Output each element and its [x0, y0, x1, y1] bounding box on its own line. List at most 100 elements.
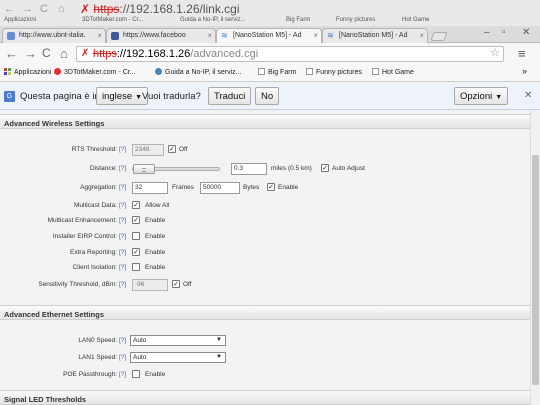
address-bar[interactable]: ✗ https://192.168.1.26/advanced.cgi	[76, 46, 504, 62]
tab-strip: http://www.ubnt-italia. × https://www.fa…	[0, 26, 540, 43]
tab-facebook[interactable]: https://www.faceboo ×	[106, 28, 216, 43]
back-icon[interactable]: ←	[5, 46, 18, 61]
bookmark-funny[interactable]: Funny pictures	[306, 68, 362, 76]
extra-reporting-row: Extra Reporting: [?] ✓ Enable	[70, 248, 166, 256]
tab-nanostation-active[interactable]: ≋ [NanoStation M5] - Ad ×	[216, 28, 322, 43]
lan1-speed-select[interactable]: Auto ▼	[130, 352, 226, 363]
bookmarks-bar: Applicazioni 3DTotMaker.com - Cr... Guid…	[0, 65, 540, 82]
dropdown-arrow-icon: ▼	[216, 354, 222, 360]
page-scrollbar[interactable]	[530, 111, 540, 405]
section-advanced-ethernet: Advanced Ethernet Settings	[0, 305, 530, 320]
page-icon	[306, 68, 313, 75]
distance-row: Distance: [?] 0.3 miles (0.5 km) ✓ Auto …	[0, 163, 530, 175]
ghost-bookmark: 3DTotMaker.com - Cr...	[82, 17, 144, 23]
close-icon[interactable]: ✕	[524, 90, 532, 101]
site-icon	[155, 68, 162, 75]
rts-threshold-input[interactable]: 2346	[132, 144, 164, 156]
chrome-menu-icon[interactable]: ≡	[518, 46, 526, 61]
help-link[interactable]: [?]	[119, 184, 126, 191]
bookmark-bigfarm[interactable]: Big Farm	[258, 68, 296, 76]
help-link[interactable]: [?]	[119, 264, 126, 271]
help-link[interactable]: [?]	[119, 146, 126, 153]
auto-adjust-checkbox[interactable]: ✓	[321, 164, 329, 172]
ghost-bookmark: Guida a No-IP, il serviz...	[180, 17, 246, 23]
bookmark-noip[interactable]: Guida a No-IP, il serviz...	[155, 68, 242, 76]
facebook-icon	[111, 32, 119, 40]
home-icon-ghost: ⌂	[58, 3, 65, 15]
tab-nanostation[interactable]: ≋ [NanoStation M5] - Ad ×	[322, 28, 428, 43]
help-link[interactable]: [?]	[119, 371, 126, 378]
scrollbar-thumb[interactable]	[532, 155, 539, 385]
bookmark-3dtotmaker[interactable]: 3DTotMaker.com - Cr...	[54, 68, 136, 76]
chevron-down-icon: ▼	[135, 94, 143, 101]
multicast-enhancement-row: Multicast Enhancement: [?] ✓ Enable	[47, 216, 166, 224]
forward-icon-ghost: →	[22, 3, 33, 15]
home-icon[interactable]: ⌂	[60, 46, 68, 61]
close-icon[interactable]: ×	[207, 31, 212, 40]
no-button[interactable]: No	[255, 87, 280, 105]
multicast-enhancement-checkbox[interactable]: ✓	[132, 216, 140, 224]
forward-icon[interactable]: →	[24, 46, 37, 61]
installer-eirp-row: Installer EIRP Control: [?] Enable	[52, 232, 166, 240]
minimize-icon[interactable]: –	[484, 27, 490, 38]
sensitivity-threshold-row: Sensitivity Threshold, dBm: [?] -96 ✓ Of…	[0, 279, 530, 291]
aggregation-frames-input[interactable]: 32	[132, 182, 168, 194]
close-icon[interactable]: ×	[419, 31, 424, 40]
reload-icon[interactable]: C	[42, 46, 51, 60]
section-advanced-wireless: Advanced Wireless Settings	[0, 114, 530, 129]
site-icon	[54, 68, 61, 75]
help-link[interactable]: [?]	[119, 202, 126, 209]
tab-ubnt[interactable]: http://www.ubnt-italia. ×	[2, 28, 106, 43]
slider-handle[interactable]	[133, 164, 155, 174]
language-select[interactable]: inglese ▼	[96, 87, 149, 105]
poe-passthrough-row: POE Passthrough: [?] Enable	[63, 370, 166, 378]
help-link[interactable]: [?]	[119, 249, 126, 256]
wifi-icon: ≋	[327, 31, 334, 40]
new-tab-button[interactable]	[430, 32, 448, 41]
back-icon-ghost: ←	[4, 3, 15, 15]
ghost-bookmark: Applicazioni	[4, 17, 37, 23]
bookmark-hotgame[interactable]: Hot Game	[372, 68, 414, 76]
help-link[interactable]: [?]	[119, 217, 126, 224]
ghost-bookmark: Hot Game	[402, 17, 430, 23]
lan0-speed-select[interactable]: Auto ▼	[130, 335, 226, 346]
window-close-icon[interactable]: ✕	[522, 27, 530, 38]
close-icon[interactable]: ×	[313, 31, 318, 40]
client-isolation-checkbox[interactable]	[132, 263, 140, 271]
rts-off-checkbox[interactable]: ✓	[168, 145, 176, 153]
translate-button[interactable]: Traduci	[208, 87, 252, 105]
multicast-data-row: Multicast Data: [?] ✓ Allow All	[74, 201, 170, 209]
help-link[interactable]: [?]	[119, 354, 126, 361]
page-favicon-icon	[7, 32, 15, 40]
sensitivity-input[interactable]: -96	[132, 279, 168, 291]
aggregation-row: Aggregation: [?] 32 Frames 50000 Bytes ✓…	[0, 182, 530, 194]
distance-slider[interactable]	[132, 164, 220, 174]
help-link[interactable]: [?]	[119, 165, 126, 172]
ghost-url: ✗ https://192.168.1.26/link.cgi	[80, 2, 240, 16]
sensitivity-off-checkbox[interactable]: ✓	[172, 280, 180, 288]
distance-input[interactable]: 0.3	[231, 163, 267, 175]
aggregation-bytes-input[interactable]: 50000	[200, 182, 240, 194]
dropdown-arrow-icon: ▼	[216, 337, 222, 343]
maximize-icon[interactable]: ▫	[502, 27, 506, 38]
ghost-bookmark: Funny pictures	[336, 17, 376, 23]
client-isolation-row: Client Isolation: [?] Enable	[72, 263, 166, 271]
installer-eirp-checkbox[interactable]	[132, 232, 140, 240]
help-link[interactable]: [?]	[119, 337, 126, 344]
help-link[interactable]: [?]	[119, 233, 126, 240]
extra-reporting-checkbox[interactable]: ✓	[132, 248, 140, 256]
close-icon[interactable]: ×	[97, 31, 102, 40]
poe-passthrough-checkbox[interactable]	[132, 370, 140, 378]
aggregation-enable-checkbox[interactable]: ✓	[267, 183, 275, 191]
chevron-down-icon: ▼	[495, 94, 503, 101]
bookmark-star-icon[interactable]: ☆	[490, 46, 500, 59]
page-icon	[372, 68, 379, 75]
lan1-speed-row: LAN1 Speed: [?] Auto ▼	[0, 352, 530, 364]
multicast-data-checkbox[interactable]: ✓	[132, 201, 140, 209]
reload-icon-ghost: C	[40, 3, 48, 15]
bookmark-apps[interactable]: Applicazioni	[4, 68, 51, 76]
help-link[interactable]: [?]	[119, 281, 126, 288]
bookmarks-overflow-icon[interactable]: »	[522, 66, 527, 76]
insecure-icon-ghost: ✗	[80, 2, 91, 16]
options-button[interactable]: Opzioni ▼	[454, 87, 509, 105]
